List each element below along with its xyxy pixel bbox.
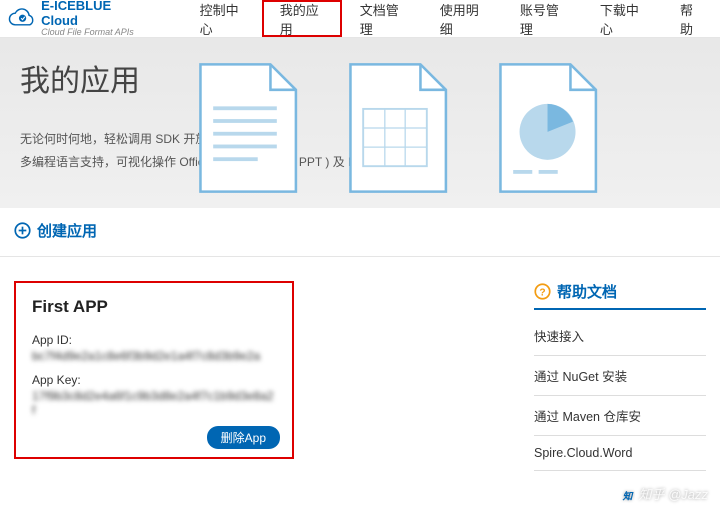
svg-text:知: 知 [622,490,634,502]
plus-circle-icon [14,222,31,239]
nav-item-my-apps[interactable]: 我的应用 [262,0,342,37]
watermark: 知知乎 @Jazz [620,484,708,503]
document-icon [330,58,460,198]
zhihu-icon: 知 [620,488,635,503]
nav-item-help[interactable]: 帮助 [662,0,720,37]
app-name: First APP [32,297,276,317]
help-column: ? 帮助文档 快速接入 通过 NuGet 安装 通过 Maven 仓库安 Spi… [534,281,706,471]
help-header: ? 帮助文档 [534,281,706,310]
delete-app-button[interactable]: 删除App [207,426,280,449]
help-item-maven[interactable]: 通过 Maven 仓库安 [534,396,706,436]
page-banner: 我的应用 无论何时何地，轻松调用 SDK 开放接口 多编程语言支持，可视化操作 … [0,38,720,208]
nav-item-account[interactable]: 账号管理 [502,0,582,37]
action-bar: 创建应用 [0,208,720,257]
logo[interactable]: E-ICEBLUE Cloud Cloud File Format APIs [0,0,152,38]
apps-column: First APP App ID: bc7f4d9e2a1c8e6f3b9d2e… [14,281,294,471]
app-id-label: App ID: [32,333,276,347]
svg-text:?: ? [539,287,545,298]
document-icon [180,58,310,198]
watermark-text: 知乎 @Jazz [638,487,708,502]
top-header: E-ICEBLUE Cloud Cloud File Format APIs 控… [0,0,720,38]
nav-item-download[interactable]: 下载中心 [582,0,662,37]
nav-item-usage[interactable]: 使用明细 [422,0,502,37]
logo-title: E-ICEBLUE Cloud [41,0,142,28]
main-nav: 控制中心 我的应用 文档管理 使用明细 账号管理 下载中心 帮助 [182,0,720,37]
cloud-logo-icon [8,6,37,32]
create-app-label: 创建应用 [37,220,97,241]
banner-illustration [180,58,610,198]
help-title: 帮助文档 [557,281,617,302]
help-item-quickstart[interactable]: 快速接入 [534,316,706,356]
app-card: First APP App ID: bc7f4d9e2a1c8e6f3b9d2e… [14,281,294,459]
app-id-value: bc7f4d9e2a1c8e6f3b9d2e1a4f7c8d3b9e2a [32,349,276,365]
nav-item-control[interactable]: 控制中心 [182,0,262,37]
logo-subtitle: Cloud File Format APIs [41,28,142,38]
app-key-label: App Key: [32,373,276,387]
help-item-nuget[interactable]: 通过 NuGet 安装 [534,356,706,396]
app-key-value: 17f9b3c8d2e4a6f1c9b3d8e2a4f7c1b9d3e8a2f [32,389,276,417]
help-item-spire-word[interactable]: Spire.Cloud.Word [534,436,706,471]
create-app-button[interactable]: 创建应用 [14,220,97,241]
main-content: First APP App ID: bc7f4d9e2a1c8e6f3b9d2e… [0,257,720,495]
document-icon [480,58,610,198]
question-circle-icon: ? [534,283,551,300]
nav-item-docs[interactable]: 文档管理 [342,0,422,37]
